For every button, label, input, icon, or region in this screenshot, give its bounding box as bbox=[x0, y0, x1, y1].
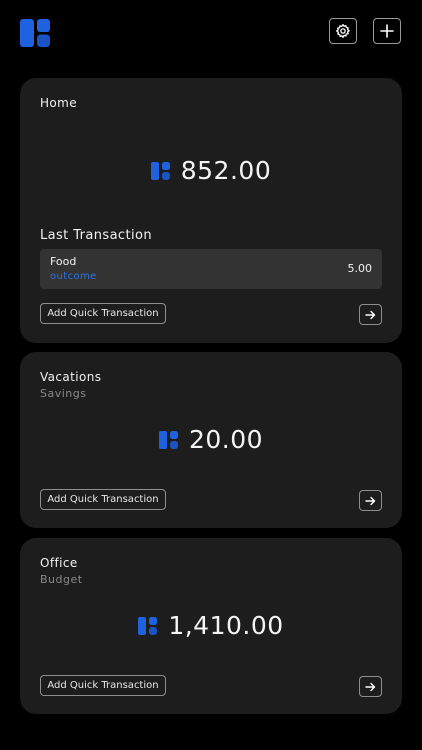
account-card-home[interactable]: Home 852.00 Last Transaction Food outcom… bbox=[20, 78, 402, 343]
arrow-right-icon bbox=[365, 310, 376, 319]
account-type: Budget bbox=[40, 573, 83, 586]
last-transaction-row[interactable]: Food outcome 5.00 bbox=[40, 249, 382, 289]
account-balance: 1,410.00 bbox=[20, 611, 402, 640]
settings-button[interactable] bbox=[329, 18, 357, 44]
arrow-right-icon bbox=[365, 496, 376, 505]
account-balance: 852.00 bbox=[20, 156, 402, 185]
app-header bbox=[0, 0, 422, 70]
balance-amount: 1,410.00 bbox=[168, 611, 284, 640]
open-account-button[interactable] bbox=[359, 676, 382, 697]
account-name: Office bbox=[40, 556, 78, 570]
plus-icon bbox=[380, 24, 394, 38]
add-account-button[interactable] bbox=[373, 18, 401, 44]
arrow-right-icon bbox=[365, 682, 376, 691]
balance-amount: 20.00 bbox=[188, 425, 264, 454]
transaction-amount: 5.00 bbox=[347, 262, 373, 275]
account-balance: 20.00 bbox=[20, 425, 402, 454]
open-account-button[interactable] bbox=[359, 490, 382, 511]
app-logo-icon bbox=[20, 19, 50, 47]
add-quick-transaction-button[interactable]: Add Quick Transaction bbox=[40, 675, 166, 696]
last-transaction-title: Last Transaction bbox=[40, 228, 152, 243]
transaction-kind: outcome bbox=[50, 271, 97, 282]
currency-icon bbox=[138, 616, 158, 635]
add-quick-transaction-button[interactable]: Add Quick Transaction bbox=[40, 489, 166, 510]
transaction-name: Food bbox=[50, 255, 77, 268]
currency-icon bbox=[150, 161, 170, 180]
balance-amount: 852.00 bbox=[180, 156, 272, 185]
account-card-office[interactable]: Office Budget 1,410.00 Add Quick Transac… bbox=[20, 538, 402, 714]
account-name: Vacations bbox=[40, 370, 102, 384]
gear-icon bbox=[336, 24, 350, 38]
account-card-vacations[interactable]: Vacations Savings 20.00 Add Quick Transa… bbox=[20, 352, 402, 528]
open-account-button[interactable] bbox=[359, 304, 382, 325]
account-type: Savings bbox=[40, 387, 87, 400]
currency-icon bbox=[158, 430, 178, 449]
add-quick-transaction-button[interactable]: Add Quick Transaction bbox=[40, 303, 166, 324]
account-name: Home bbox=[40, 96, 78, 110]
